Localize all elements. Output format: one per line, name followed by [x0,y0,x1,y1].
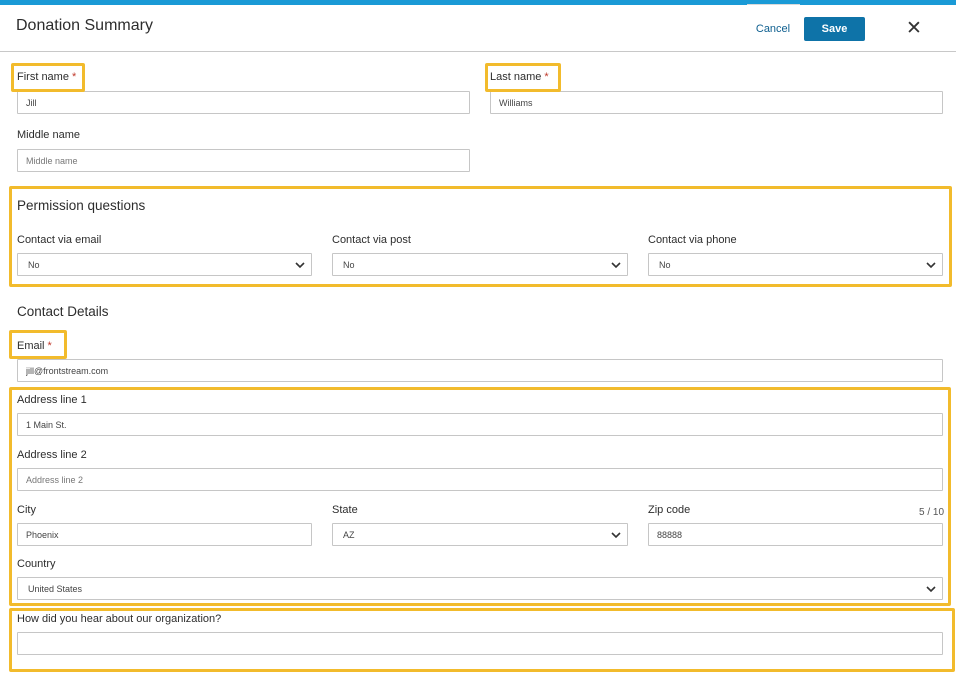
first-name-label: First name * [17,71,77,83]
middle-name-input[interactable] [17,149,470,172]
cancel-tab-indicator [747,4,800,5]
state-value: AZ [343,530,355,540]
chevron-down-icon [926,262,936,269]
permission-questions-title: Permission questions [17,198,146,213]
email-input[interactable] [17,359,943,382]
referral-question-label: How did you hear about our organization? [17,613,222,625]
required-marker: * [47,340,52,352]
chevron-down-icon [295,262,305,269]
last-name-label: Last name * [490,71,549,83]
zip-code-input[interactable] [648,523,943,546]
top-accent-bar [0,0,956,5]
address-line-1-input[interactable] [17,413,943,436]
first-name-input[interactable] [17,91,470,114]
country-select[interactable]: United States [17,577,943,600]
required-marker: * [71,71,77,83]
contact-details-title: Contact Details [17,304,109,319]
required-marker: * [544,71,549,83]
chevron-down-icon [926,586,936,593]
contact-via-phone-label: Contact via phone [648,234,737,246]
city-input[interactable] [17,523,312,546]
referral-question-input[interactable] [17,632,943,655]
email-label: Email * [17,340,52,352]
zip-code-label: Zip code [648,504,691,516]
chevron-down-icon [611,532,621,539]
chevron-down-icon [611,262,621,269]
city-label: City [17,504,36,516]
cancel-button[interactable]: Cancel [747,17,799,41]
address-line-2-label: Address line 2 [17,449,87,461]
save-button[interactable]: Save [804,17,865,41]
contact-via-post-select[interactable]: No [332,253,628,276]
state-label: State [332,504,358,516]
contact-via-post-value: No [343,260,355,270]
contact-via-post-label: Contact via post [332,234,411,246]
header-divider [0,51,956,52]
country-value: United States [28,584,83,594]
page-title: Donation Summary [16,17,153,34]
zip-char-counter: 5 / 10 [919,507,945,518]
contact-via-phone-value: No [659,260,671,270]
address-line-2-input[interactable] [17,468,943,491]
address-line-1-label: Address line 1 [17,394,87,406]
country-label: Country [17,558,56,570]
last-name-input[interactable] [490,91,943,114]
contact-via-phone-select[interactable]: No [648,253,943,276]
state-select[interactable]: AZ [332,523,628,546]
contact-via-email-label: Contact via email [17,234,102,246]
contact-via-email-value: No [28,260,40,270]
middle-name-label: Middle name [17,129,80,141]
close-icon[interactable]: ✕ [902,16,926,40]
contact-via-email-select[interactable]: No [17,253,312,276]
